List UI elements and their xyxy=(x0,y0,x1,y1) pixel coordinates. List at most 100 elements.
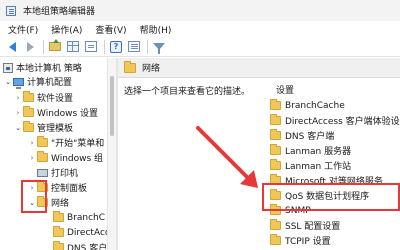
list-item-label: DirectAccess 客户端体验设置 xyxy=(285,117,400,127)
list-item-label: BranchCache xyxy=(285,100,345,111)
tree-item-label: 打印机 xyxy=(51,169,79,179)
chevron-down-icon[interactable]: ⌄ xyxy=(4,78,12,86)
tree-item-label: Windows 设置 xyxy=(37,109,99,119)
menu-help[interactable]: 帮助(H) xyxy=(140,23,172,36)
details-pane: 网络 选择一个项目来查看它的描述。 设置 BranchCache DirectA… xyxy=(118,58,400,250)
tree-item-windows-settings[interactable]: › Windows 设置 xyxy=(14,106,98,119)
help-button[interactable]: ? xyxy=(108,39,124,55)
folder-icon xyxy=(23,106,34,117)
tree-item-dns-client[interactable]: DNS 客户 xyxy=(52,241,107,250)
tree-item-administrative-templates[interactable]: ⌄ 管理模板 xyxy=(14,121,73,134)
tree-item-local-computer-policy[interactable]: 本地计算机 策略 xyxy=(2,61,82,74)
list-item-directaccess[interactable]: DirectAccess 客户端体验设置 xyxy=(270,114,400,127)
list-item-lanman-server[interactable]: Lanman 服务器 xyxy=(270,144,351,157)
title-bar: 本地组策略编辑器 xyxy=(0,0,400,21)
tree-item-label: 本地计算机 策略 xyxy=(16,64,82,74)
menu-action[interactable]: 操作(A) xyxy=(51,23,82,36)
tree-item-label: DNS 客户 xyxy=(67,244,107,250)
folder-up-icon xyxy=(49,39,61,51)
list-item-label: Lanman 工作站 xyxy=(285,162,352,172)
folder-icon xyxy=(270,159,281,170)
toolbar-separator xyxy=(147,39,148,54)
chevron-down-icon[interactable]: ⌄ xyxy=(14,124,22,132)
tree-item-label: DirectAcc xyxy=(67,227,107,238)
list-item-label: SSL 配置设置 xyxy=(285,222,341,232)
tree-item-printers[interactable]: 打印机 xyxy=(36,166,78,179)
toolbar: ? xyxy=(0,37,400,57)
tree-item-windows-components[interactable]: › Windows 组 xyxy=(28,151,103,164)
menu-file[interactable]: 文件(F) xyxy=(8,23,38,36)
group-policy-editor-icon xyxy=(6,5,18,16)
properties-button[interactable] xyxy=(126,39,142,55)
folder-icon xyxy=(270,129,281,140)
tree-item-directaccess[interactable]: DirectAcc xyxy=(52,226,107,239)
tree-item-label: 计算机配置 xyxy=(27,78,73,88)
list-item-label: Lanman 服务器 xyxy=(285,147,352,157)
folder-icon xyxy=(23,91,34,102)
toolbar-separator xyxy=(43,39,44,54)
tree-item-label: 网络 xyxy=(51,199,70,209)
export-list-button[interactable] xyxy=(83,39,99,55)
tree-item-computer-configuration[interactable]: ⌄ 计算机配置 xyxy=(4,75,73,89)
menu-bar: 文件(F) 操作(A) 查看(V) 帮助(H) xyxy=(0,21,400,37)
folder-icon xyxy=(53,226,64,237)
tree-item-label: Windows 组 xyxy=(51,154,104,164)
navigation-tree[interactable]: 本地计算机 策略 ⌄ 计算机配置 › 软件设置 › Windows 设置 ⌄ 管… xyxy=(0,58,107,250)
qos-highlight-box xyxy=(262,183,400,211)
list-item-tcpip-settings[interactable]: TCPIP 设置 xyxy=(270,234,331,247)
list-item-ssl-config[interactable]: SSL 配置设置 xyxy=(270,219,340,232)
window-title: 本地组策略编辑器 xyxy=(23,7,96,17)
filter-icon xyxy=(153,43,165,54)
tree-scrollbar[interactable] xyxy=(107,58,116,250)
tree-item-label: 控制面板 xyxy=(51,184,88,194)
tree-item-label: BranchC xyxy=(67,212,106,223)
folder-icon xyxy=(270,99,281,110)
folder-icon xyxy=(270,234,281,245)
chevron-right-icon[interactable]: › xyxy=(14,94,22,102)
folder-icon xyxy=(270,219,281,230)
help-icon: ? xyxy=(110,40,122,53)
export-list-icon xyxy=(85,41,97,52)
tree-item-label: "开始"菜单和 xyxy=(51,139,105,149)
folder-icon xyxy=(270,114,281,125)
tree-item-label: 管理模板 xyxy=(37,124,74,134)
list-item-label: TCPIP 设置 xyxy=(285,237,331,247)
folder-icon xyxy=(37,136,48,147)
show-hide-tree-button[interactable] xyxy=(65,39,81,55)
chevron-right-icon[interactable]: › xyxy=(14,109,22,117)
details-header-title: 网络 xyxy=(142,64,161,74)
tree-item-software-settings[interactable]: › 软件设置 xyxy=(14,91,73,104)
details-header: 网络 xyxy=(118,58,400,78)
show-hide-tree-icon xyxy=(67,41,79,52)
printer-icon xyxy=(37,168,48,177)
policy-icon xyxy=(3,62,13,73)
up-one-level-button[interactable] xyxy=(47,39,63,55)
network-highlight-box xyxy=(21,180,47,213)
list-item-label: DNS 客户端 xyxy=(285,132,335,142)
folder-icon xyxy=(53,211,64,222)
menu-view[interactable]: 查看(V) xyxy=(95,23,126,36)
tree-item-start-menu[interactable]: › "开始"菜单和 xyxy=(28,136,104,149)
tree-item-branchcache[interactable]: BranchC xyxy=(52,211,105,224)
settings-column-header[interactable]: 设置 xyxy=(276,83,294,96)
folder-icon xyxy=(270,144,281,155)
list-item-branchcache[interactable]: BranchCache xyxy=(270,99,345,112)
folder-icon xyxy=(124,60,136,73)
chevron-right-icon[interactable]: › xyxy=(28,139,36,147)
description-text: 选择一个项目来查看它的描述。 xyxy=(124,87,251,97)
folder-icon xyxy=(23,121,34,132)
scrollbar-thumb[interactable] xyxy=(110,76,114,136)
chevron-right-icon[interactable]: › xyxy=(28,154,36,162)
filter-button[interactable] xyxy=(151,39,167,55)
tree-item-label: 软件设置 xyxy=(37,94,74,104)
back-arrow-icon xyxy=(8,41,16,52)
list-item-dns-client[interactable]: DNS 客户端 xyxy=(270,129,334,142)
list-item-lanman-workstation[interactable]: Lanman 工作站 xyxy=(270,159,351,172)
forward-arrow-icon xyxy=(26,41,34,52)
forward-button[interactable] xyxy=(22,39,38,55)
computer-icon xyxy=(13,77,24,89)
toolbar-separator xyxy=(104,39,105,54)
folder-icon xyxy=(37,151,48,162)
back-button[interactable] xyxy=(4,39,20,55)
properties-icon xyxy=(128,41,140,52)
